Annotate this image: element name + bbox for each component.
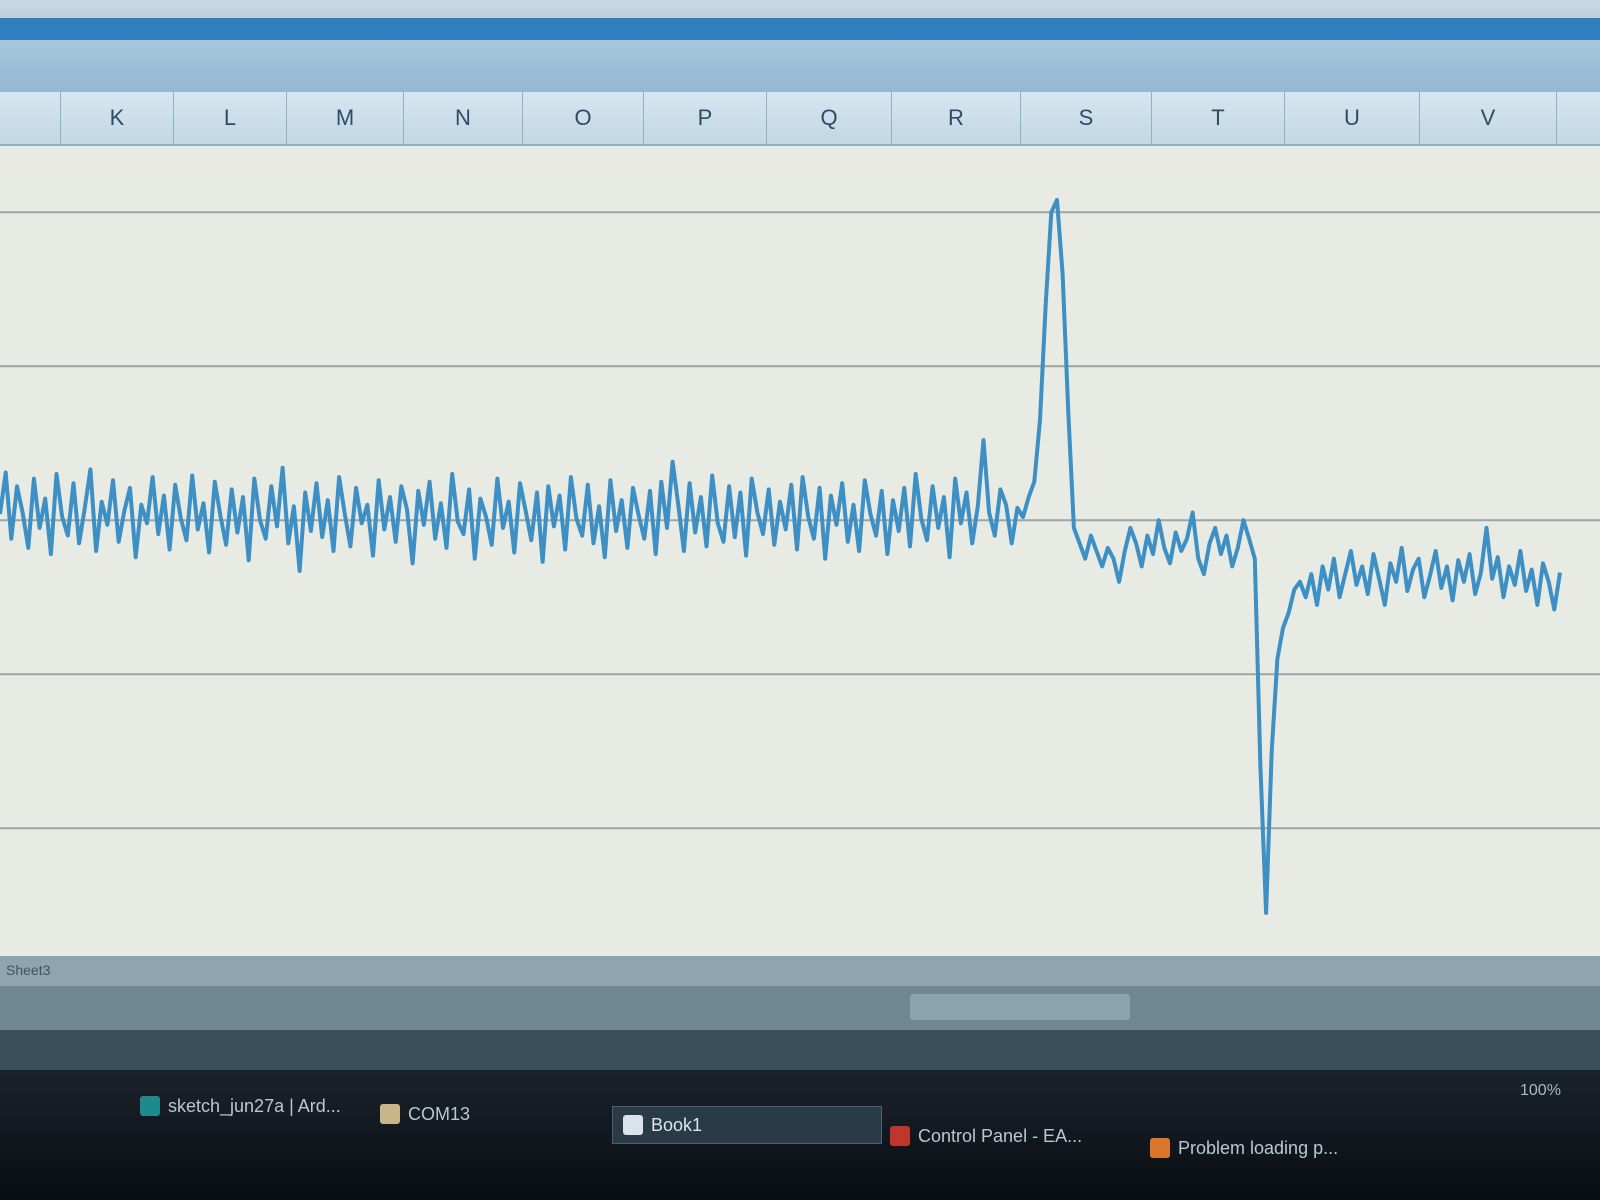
taskbar-button-label: Book1 — [651, 1114, 703, 1135]
taskbar: 100% sketch_jun27a | Ard... COM13 Book1 Con… — [0, 1070, 1600, 1200]
window-icon — [380, 1104, 400, 1124]
column-header-q[interactable]: Q — [767, 92, 892, 144]
title-bar — [0, 18, 1600, 40]
taskbar-button-label: Problem loading p... — [1178, 1137, 1339, 1158]
taskbar-button-2[interactable]: COM13 — [370, 1096, 590, 1132]
control-panel-icon — [890, 1126, 910, 1146]
chart-area[interactable] — [0, 146, 1600, 956]
arduino-icon — [140, 1096, 160, 1116]
column-header-r[interactable]: R — [892, 92, 1021, 144]
taskbar-button-5[interactable]: Problem loading p... — [1140, 1130, 1410, 1166]
column-header-u[interactable]: U — [1285, 92, 1420, 144]
taskbar-button-label: COM13 — [408, 1103, 471, 1124]
taskbar-button-1[interactable]: sketch_jun27a | Ard... — [130, 1088, 370, 1124]
column-header-m[interactable]: M — [287, 92, 404, 144]
column-header-edge[interactable] — [0, 92, 61, 144]
column-header-p[interactable]: P — [644, 92, 767, 144]
excel-icon — [623, 1115, 643, 1135]
horizontal-scrollbar[interactable] — [0, 986, 1600, 1030]
taskbar-button-4[interactable]: Control Panel - EA... — [880, 1118, 1140, 1154]
column-header-row: KLMNOPQRSTUV — [0, 92, 1600, 146]
zoom-level: 100% — [1520, 1082, 1561, 1099]
series-line[interactable] — [0, 197, 1562, 915]
taskbar-button-3[interactable]: Book1 — [612, 1106, 882, 1144]
ribbon — [0, 40, 1600, 92]
column-header-l[interactable]: L — [174, 92, 287, 144]
column-header-v[interactable]: V — [1420, 92, 1557, 144]
column-header-k[interactable]: K — [61, 92, 174, 144]
taskbar-button-label: Control Panel - EA... — [918, 1125, 1083, 1146]
taskbar-button-label: sketch_jun27a | Ard... — [168, 1095, 341, 1116]
column-header-s[interactable]: S — [1021, 92, 1152, 144]
sheet-tab-bar: Sheet3 — [0, 956, 1600, 986]
sheet-tab[interactable]: Sheet3 — [6, 962, 50, 978]
column-header-t[interactable]: T — [1152, 92, 1285, 144]
status-bar — [0, 1030, 1600, 1070]
firefox-icon — [1150, 1138, 1170, 1158]
column-header-edge[interactable] — [1557, 92, 1600, 144]
column-header-n[interactable]: N — [404, 92, 523, 144]
column-header-o[interactable]: O — [523, 92, 644, 144]
scrollbar-thumb[interactable] — [910, 994, 1130, 1020]
line-chart[interactable] — [0, 146, 1600, 956]
